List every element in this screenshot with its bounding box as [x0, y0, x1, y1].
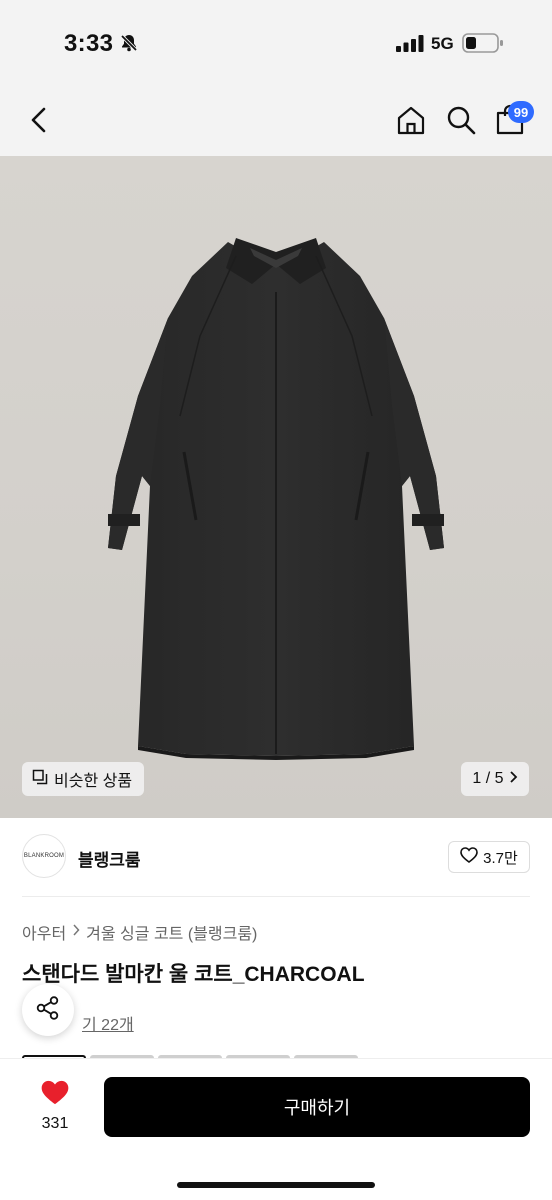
wishlist-count: 331 — [41, 1115, 69, 1132]
network-type: 5G — [431, 34, 454, 53]
breadcrumb-subcategory[interactable]: 겨울 싱글 코트 (블랭크룸) — [86, 920, 257, 944]
status-time: 3:33 — [64, 30, 114, 57]
share-button[interactable] — [22, 984, 74, 1036]
home-indicator — [177, 1182, 375, 1188]
top-nav: 99 — [0, 80, 552, 156]
review-link[interactable]: 기 22개 — [82, 1011, 134, 1035]
bottom-action-bar: 331 구매하기 — [0, 1058, 552, 1200]
home-icon[interactable] — [395, 104, 427, 141]
buy-button[interactable]: 구매하기 — [104, 1077, 530, 1137]
divider — [22, 896, 530, 897]
brand-name[interactable]: 블랭크룸 — [78, 846, 141, 871]
wishlist-button[interactable]: 331 — [22, 1079, 88, 1133]
heart-filled-icon — [40, 1079, 70, 1111]
image-pager-button[interactable]: 1 / 5 — [461, 762, 529, 796]
coat-photo — [108, 238, 444, 760]
copy-icon — [32, 769, 48, 790]
buy-button-label: 구매하기 — [283, 1098, 351, 1118]
chevron-right-icon — [72, 923, 80, 941]
back-arrow-icon[interactable] — [26, 106, 52, 139]
chevron-right-icon — [508, 770, 518, 789]
brand-like-button[interactable]: 3.7만 — [448, 841, 530, 873]
product-image[interactable]: 비슷한 상품 1 / 5 — [0, 156, 552, 818]
breadcrumb: 아우터 겨울 싱글 코트 (블랭크룸) — [22, 920, 257, 944]
signal-icon — [396, 35, 424, 57]
brand-logo[interactable]: BLANKROOM — [22, 834, 66, 878]
breadcrumb-category[interactable]: 아우터 — [22, 920, 66, 944]
bell-muted-icon — [119, 33, 139, 58]
heart-outline-icon — [460, 847, 478, 867]
product-title: 스탠다드 발마칸 울 코트_CHARCOAL — [22, 963, 365, 986]
similar-products-button[interactable]: 비슷한 상품 — [22, 762, 145, 796]
brand-like-count: 3.7만 — [483, 849, 518, 867]
page-indicator: 1 / 5 — [472, 770, 504, 787]
brand-logo-text: BLANKROOM — [23, 853, 65, 859]
cart-count-badge: 99 — [508, 101, 534, 123]
battery-icon — [462, 33, 504, 58]
status-bar: 3:33 5G — [0, 0, 552, 80]
brand-row: BLANKROOM 블랭크룸 3.7만 — [0, 818, 552, 896]
share-icon — [35, 995, 61, 1026]
search-icon[interactable] — [445, 104, 477, 141]
similar-products-label: 비슷한 상품 — [54, 773, 133, 790]
